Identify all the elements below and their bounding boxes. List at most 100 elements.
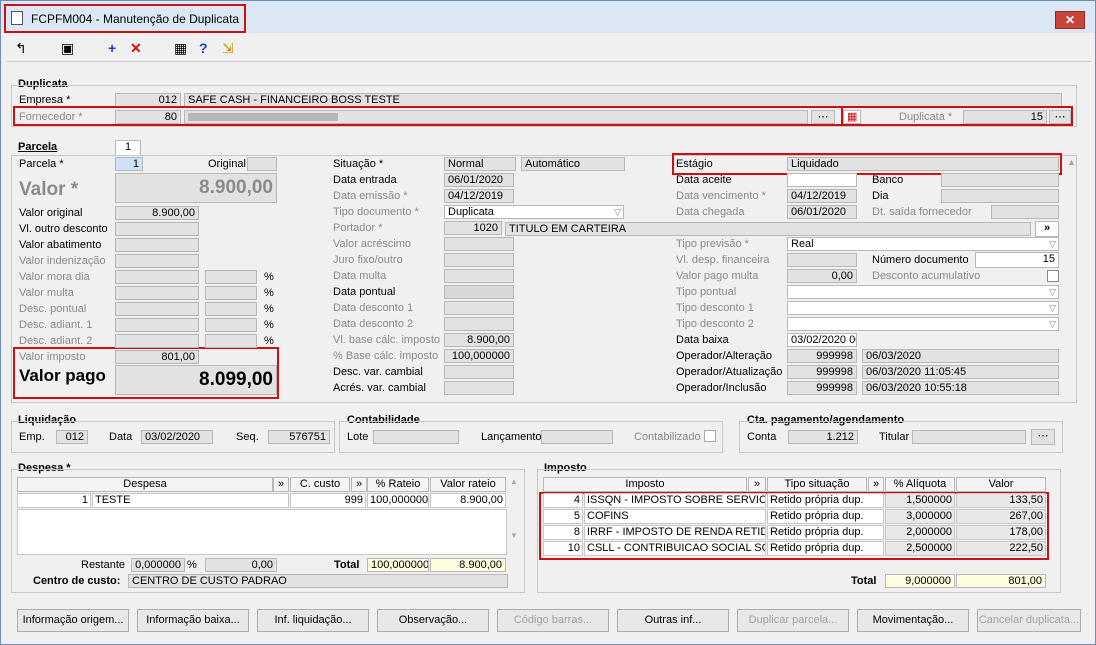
imposto-tipo[interactable]: Retido própria dup. xyxy=(767,509,884,524)
blurred-name xyxy=(188,113,338,121)
calculator-icon[interactable]: ▦ xyxy=(174,40,187,57)
restante-pct-sign: % xyxy=(187,559,197,571)
titular-search-button[interactable]: ⋯ xyxy=(1031,429,1055,445)
mid-row-value[interactable]: 100,000000 xyxy=(444,349,514,363)
imposto-aliq[interactable]: 2,500000 xyxy=(885,541,955,556)
imposto-tipo[interactable]: Retido própria dup. xyxy=(767,493,884,508)
mid-row-value[interactable]: 06/01/2020 xyxy=(444,173,514,187)
imposto-valor[interactable]: 222,50 xyxy=(956,541,1046,556)
lancamento-field xyxy=(541,430,613,444)
despesa-header-3[interactable]: » xyxy=(351,477,367,492)
portador-lookup-button[interactable]: » xyxy=(1035,221,1059,237)
imposto-valor[interactable]: 178,00 xyxy=(956,525,1046,540)
despesa-header-4: % Rateio xyxy=(367,477,429,492)
fornecedor-code-field[interactable]: 80 xyxy=(115,110,181,124)
valor-field[interactable]: 8.900,00 xyxy=(115,173,277,203)
desconto-acumulativo-checkbox[interactable] xyxy=(1047,270,1059,282)
mid-row-text: Duplicata xyxy=(448,206,494,218)
situacao-field[interactable]: Normal xyxy=(444,157,516,171)
imposto-name[interactable]: CSLL - CONTRIBUICAO SOCIAL SOB xyxy=(584,541,766,556)
delete-icon[interactable]: ✕ xyxy=(130,40,142,57)
action-button-1[interactable]: Informação baixa... xyxy=(137,609,249,632)
mid-row-label: Data pontual xyxy=(333,286,396,298)
original-field xyxy=(247,157,277,171)
estagio-label: Estágio xyxy=(676,158,713,170)
imposto-code: 8 xyxy=(543,525,583,540)
mid-row-label: Data entrada xyxy=(333,174,397,186)
action-button-3[interactable]: Observação... xyxy=(377,609,489,632)
imposto-header-3[interactable]: » xyxy=(868,477,884,492)
action-button-0[interactable]: Informação origem... xyxy=(17,609,129,632)
despesa-header-2: C. custo xyxy=(290,477,350,492)
banco-field xyxy=(941,173,1059,187)
despesa-valor[interactable]: 8.900,00 xyxy=(430,493,506,508)
mid-row-value[interactable]: Duplicata ▽ xyxy=(444,205,624,219)
operador-atualizacao-code: 999998 xyxy=(787,365,857,379)
parcela-tab[interactable]: 1 xyxy=(115,140,141,156)
left-row-value[interactable] xyxy=(115,238,199,252)
mid-row-value[interactable]: 8.900,00 xyxy=(444,333,514,347)
duplicata-search-button[interactable]: ⋯ xyxy=(1049,110,1071,124)
tipo-previsao-select[interactable]: Real ▽ xyxy=(787,237,1059,251)
operador-alteracao-date: 06/03/2020 xyxy=(862,349,1059,363)
action-button-5[interactable]: Outras inf... xyxy=(617,609,729,632)
mid-row-value[interactable] xyxy=(444,269,514,283)
close-button[interactable]: ✕ xyxy=(1055,11,1085,29)
numero-documento-field[interactable]: 15 xyxy=(975,252,1059,268)
imposto-aliq[interactable]: 2,000000 xyxy=(885,525,955,540)
imposto-header-1[interactable]: » xyxy=(748,477,766,492)
mid-row-value[interactable] xyxy=(444,285,514,299)
parcela-field[interactable]: 1 xyxy=(115,157,143,171)
mid-row-value[interactable]: 1020 xyxy=(444,221,502,235)
despesa-scrollbar[interactable]: ▲ ▼ xyxy=(509,477,519,557)
restante-label: Restante xyxy=(81,559,126,571)
mid-row-value[interactable] xyxy=(444,381,514,395)
despesa-header-5: Valor rateio xyxy=(430,477,506,492)
mid-row-value[interactable] xyxy=(444,301,514,315)
imposto-valor[interactable]: 267,00 xyxy=(956,509,1046,524)
dia-field xyxy=(941,189,1059,203)
centro-custo-field[interactable]: CENTRO DE CUSTO PADRAO xyxy=(128,574,508,588)
left-row-value[interactable] xyxy=(115,222,199,236)
parcela-label: Parcela * xyxy=(19,158,64,170)
add-icon[interactable]: + xyxy=(108,40,116,56)
mid-row-value[interactable] xyxy=(444,237,514,251)
imposto-name[interactable]: COFINS xyxy=(584,509,766,524)
left-row-value[interactable]: 8.900,00 xyxy=(115,206,199,220)
exit-icon[interactable]: ⇲ xyxy=(222,40,234,57)
pct-sign: % xyxy=(264,287,274,299)
contabilizado-checkbox[interactable] xyxy=(704,430,716,442)
imposto-name[interactable]: ISSQN - IMPOSTO SOBRE SERVICO D xyxy=(584,493,766,508)
data-vencimento-field[interactable]: 04/12/2019 xyxy=(787,189,857,203)
fornecedor-search-button[interactable]: ⋯ xyxy=(811,110,835,124)
tipo-pontual-select[interactable]: ▽ xyxy=(787,285,1059,299)
save-icon[interactable]: ▣ xyxy=(61,40,74,57)
imposto-aliq[interactable]: 1,500000 xyxy=(885,493,955,508)
despesa-name[interactable]: TESTE xyxy=(92,493,289,508)
conta-label: Conta xyxy=(747,431,777,443)
despesa-rateio[interactable]: 100,000000 xyxy=(367,493,429,508)
imposto-tipo[interactable]: Retido própria dup. xyxy=(767,525,884,540)
title-bar: FCPFM004 - Manutenção de Duplicata ✕ xyxy=(1,1,1095,33)
duplicata-field[interactable]: 15 xyxy=(963,110,1047,124)
help-icon[interactable]: ? xyxy=(199,40,208,56)
scrollbar[interactable]: ▲ xyxy=(1067,157,1077,587)
mid-row-value[interactable] xyxy=(444,253,514,267)
imposto-tipo[interactable]: Retido própria dup. xyxy=(767,541,884,556)
mid-row-value[interactable]: 04/12/2019 xyxy=(444,189,514,203)
imposto-name[interactable]: IRRF - IMPOSTO DE RENDA RETIDO N xyxy=(584,525,766,540)
calendar-icon[interactable]: ▦ xyxy=(843,110,861,124)
action-button-7[interactable]: Movimentação... xyxy=(857,609,969,632)
imposto-aliq[interactable]: 3,000000 xyxy=(885,509,955,524)
tipo-desconto1-select[interactable]: ▽ xyxy=(787,301,1059,315)
back-icon[interactable]: ↰ xyxy=(15,40,27,57)
data-aceite-field[interactable] xyxy=(787,173,857,187)
mid-row-value[interactable] xyxy=(444,317,514,331)
despesa-ccusto[interactable]: 999 xyxy=(290,493,366,508)
mid-row-value[interactable] xyxy=(444,365,514,379)
tipo-desconto2-select[interactable]: ▽ xyxy=(787,317,1059,331)
action-button-2[interactable]: Inf. liquidação... xyxy=(257,609,369,632)
imposto-valor[interactable]: 133,50 xyxy=(956,493,1046,508)
operador-inclusao-label: Operador/Inclusão xyxy=(676,382,767,394)
despesa-header-1[interactable]: » xyxy=(273,477,289,492)
